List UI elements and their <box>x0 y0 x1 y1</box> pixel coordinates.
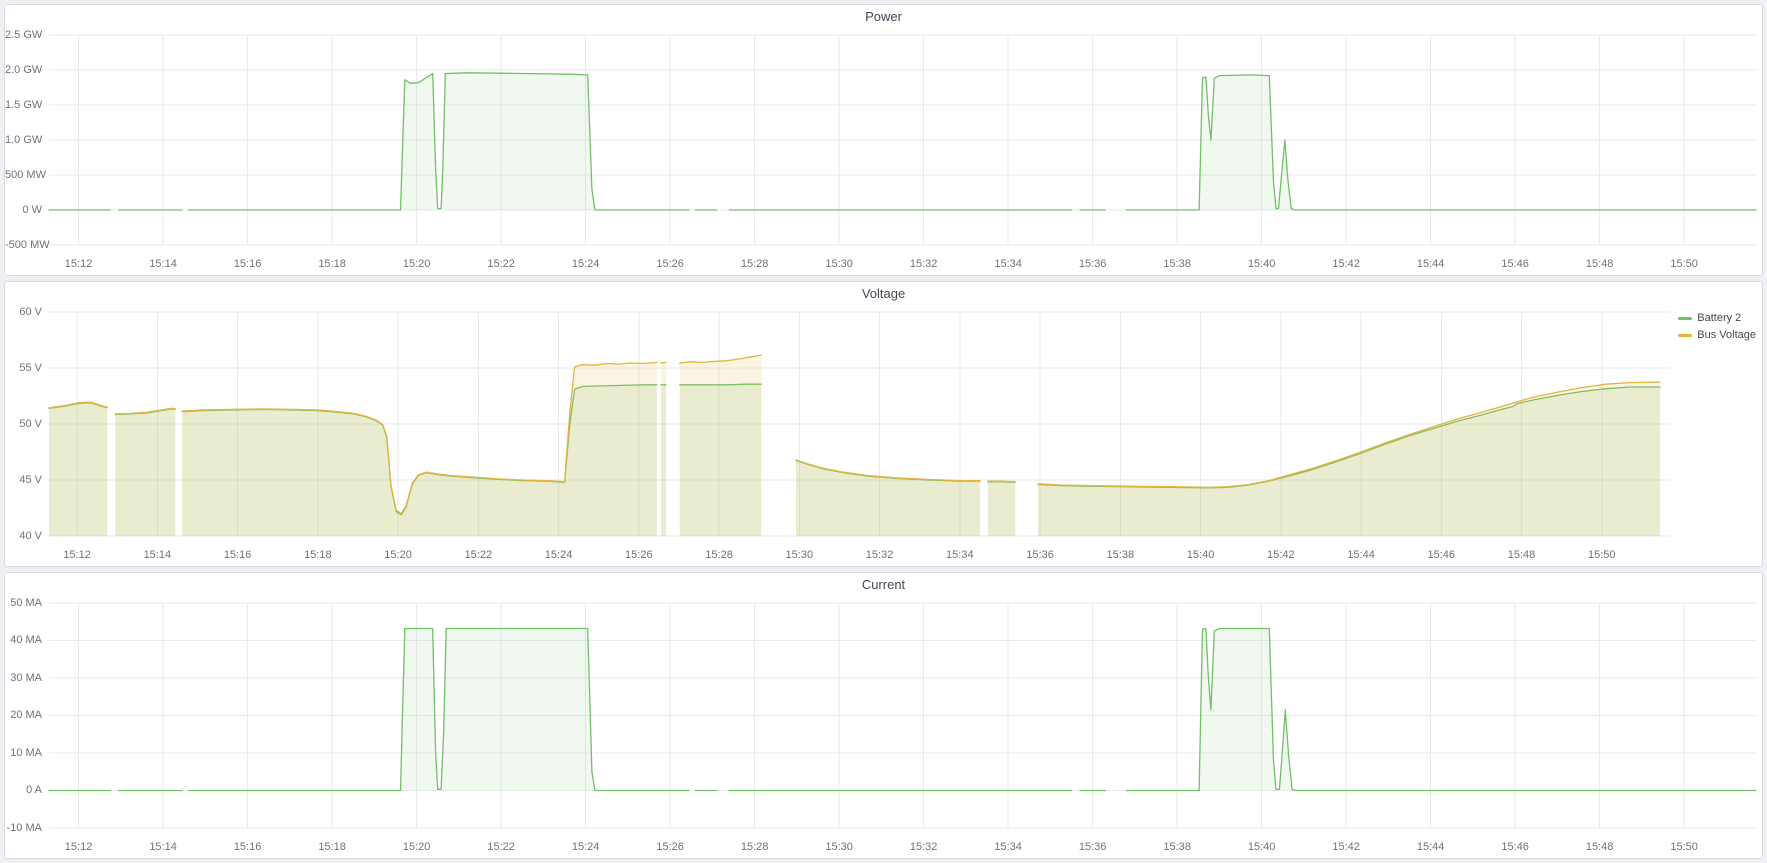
voltage-x-tick-label: 15:42 <box>1259 549 1303 561</box>
current-x-tick-label: 15:46 <box>1493 841 1537 853</box>
power-x-tick-label: 15:36 <box>1071 258 1115 270</box>
current-y-tick-label: 50 MA <box>5 597 42 609</box>
voltage-x-tick-label: 15:34 <box>938 549 982 561</box>
power-x-tick-label: 15:32 <box>902 258 946 270</box>
current-x-tick-label: 15:26 <box>648 841 692 853</box>
voltage-y-tick-label: 45 V <box>5 474 42 486</box>
voltage-x-tick-label: 15:28 <box>697 549 741 561</box>
voltage-x-tick-label: 15:12 <box>55 549 99 561</box>
voltage-chart-canvas[interactable] <box>49 306 1670 546</box>
panel-power: Power 2.5 GW 2.0 GW 1.5 GW 1.0 GW 500 MW 0 W -… <box>4 4 1763 276</box>
dashboard: Power 2.5 GW 2.0 GW 1.5 GW 1.0 GW 500 MW 0 W -… <box>0 0 1767 863</box>
current-y-tick-label: 20 MA <box>5 709 42 721</box>
voltage-x-tick-label: 15:20 <box>376 549 420 561</box>
current-x-tick-label: 15:50 <box>1662 841 1706 853</box>
panel-current-title: Current <box>5 573 1762 597</box>
power-x-tick-label: 15:34 <box>986 258 1030 270</box>
power-chart-canvas[interactable] <box>49 29 1756 255</box>
panel-voltage: Voltage 60 V 55 V 50 V 45 V 40 V 15:12 15:14 15… <box>4 281 1763 567</box>
voltage-y-tick-label: 50 V <box>5 418 42 430</box>
legend-item-bus-voltage[interactable]: Bus Voltage <box>1678 329 1756 341</box>
power-x-tick-label: 15:38 <box>1155 258 1199 270</box>
power-y-tick-label: 500 MW <box>5 169 42 181</box>
voltage-x-tick-label: 15:50 <box>1580 549 1624 561</box>
power-x-tick-label: 15:22 <box>479 258 523 270</box>
power-x-tick-label: 15:14 <box>141 258 185 270</box>
current-x-tick-label: 15:44 <box>1409 841 1453 853</box>
current-y-tick-label: -10 MA <box>5 822 42 834</box>
voltage-x-tick-label: 15:38 <box>1098 549 1142 561</box>
current-x-tick-label: 15:38 <box>1155 841 1199 853</box>
current-y-tick-label: 10 MA <box>5 747 42 759</box>
voltage-x-tick-label: 15:22 <box>456 549 500 561</box>
current-x-tick-label: 15:20 <box>395 841 439 853</box>
power-x-tick-label: 15:18 <box>310 258 354 270</box>
current-plot-area[interactable]: 50 MA 40 MA 30 MA 20 MA 10 MA 0 A -10 MA 15:12 1… <box>5 597 1762 858</box>
current-chart-canvas[interactable] <box>49 597 1756 838</box>
current-x-tick-label: 15:30 <box>817 841 861 853</box>
panel-power-title: Power <box>5 5 1762 29</box>
power-x-tick-label: 15:12 <box>57 258 101 270</box>
voltage-y-tick-label: 55 V <box>5 362 42 374</box>
voltage-x-tick-label: 15:24 <box>537 549 581 561</box>
power-x-tick-label: 15:42 <box>1324 258 1368 270</box>
current-x-tick-label: 15:36 <box>1071 841 1115 853</box>
power-x-tick-label: 15:44 <box>1409 258 1453 270</box>
voltage-x-tick-label: 15:40 <box>1179 549 1223 561</box>
power-x-tick-label: 15:20 <box>395 258 439 270</box>
legend-label: Bus Voltage <box>1697 329 1756 341</box>
current-x-tick-label: 15:16 <box>226 841 270 853</box>
voltage-x-tick-label: 15:44 <box>1339 549 1383 561</box>
panel-current: Current 50 MA 40 MA 30 MA 20 MA 10 MA 0 A -10 … <box>4 572 1763 859</box>
power-x-tick-label: 15:30 <box>817 258 861 270</box>
power-y-tick-label: 2.0 GW <box>5 64 42 76</box>
current-x-tick-label: 15:18 <box>310 841 354 853</box>
voltage-legend: Battery 2 Bus Voltage <box>1678 312 1756 341</box>
voltage-x-tick-label: 15:30 <box>777 549 821 561</box>
power-x-tick-label: 15:26 <box>648 258 692 270</box>
current-x-tick-label: 15:40 <box>1240 841 1284 853</box>
current-x-tick-label: 15:22 <box>479 841 523 853</box>
voltage-x-tick-label: 15:48 <box>1500 549 1544 561</box>
voltage-x-tick-label: 15:36 <box>1018 549 1062 561</box>
voltage-x-tick-label: 15:18 <box>296 549 340 561</box>
power-x-tick-label: 15:40 <box>1240 258 1284 270</box>
voltage-x-tick-label: 15:32 <box>858 549 902 561</box>
current-x-tick-label: 15:24 <box>564 841 608 853</box>
legend-item-battery-2[interactable]: Battery 2 <box>1678 312 1741 324</box>
voltage-x-tick-label: 15:46 <box>1419 549 1463 561</box>
voltage-x-tick-label: 15:14 <box>135 549 179 561</box>
current-y-tick-label: 0 A <box>5 784 42 796</box>
panel-voltage-title: Voltage <box>5 282 1762 306</box>
power-y-tick-label: 1.5 GW <box>5 99 42 111</box>
power-x-tick-label: 15:48 <box>1578 258 1622 270</box>
current-x-tick-label: 15:12 <box>57 841 101 853</box>
current-x-tick-label: 15:48 <box>1578 841 1622 853</box>
voltage-y-tick-label: 40 V <box>5 530 42 542</box>
current-x-tick-label: 15:32 <box>902 841 946 853</box>
current-x-tick-label: 15:14 <box>141 841 185 853</box>
power-x-tick-label: 15:16 <box>226 258 270 270</box>
legend-swatch-icon <box>1678 334 1692 337</box>
current-y-tick-label: 40 MA <box>5 634 42 646</box>
power-x-tick-label: 15:28 <box>733 258 777 270</box>
power-y-tick-label: 2.5 GW <box>5 29 42 41</box>
power-y-tick-label: -500 MW <box>5 239 42 251</box>
voltage-x-tick-label: 15:26 <box>617 549 661 561</box>
voltage-plot-area[interactable]: 60 V 55 V 50 V 45 V 40 V 15:12 15:14 15:16 15:18… <box>5 306 1762 566</box>
power-x-tick-label: 15:46 <box>1493 258 1537 270</box>
current-x-tick-label: 15:34 <box>986 841 1030 853</box>
power-x-tick-label: 15:24 <box>564 258 608 270</box>
legend-label: Battery 2 <box>1697 312 1741 324</box>
voltage-y-tick-label: 60 V <box>5 306 42 318</box>
power-plot-area[interactable]: 2.5 GW 2.0 GW 1.5 GW 1.0 GW 500 MW 0 W -500 MW… <box>5 29 1762 275</box>
voltage-x-tick-label: 15:16 <box>216 549 260 561</box>
current-y-tick-label: 30 MA <box>5 672 42 684</box>
current-x-tick-label: 15:42 <box>1324 841 1368 853</box>
power-y-tick-label: 0 W <box>5 204 42 216</box>
power-y-tick-label: 1.0 GW <box>5 134 42 146</box>
current-x-tick-label: 15:28 <box>733 841 777 853</box>
legend-swatch-icon <box>1678 317 1692 320</box>
power-x-tick-label: 15:50 <box>1662 258 1706 270</box>
